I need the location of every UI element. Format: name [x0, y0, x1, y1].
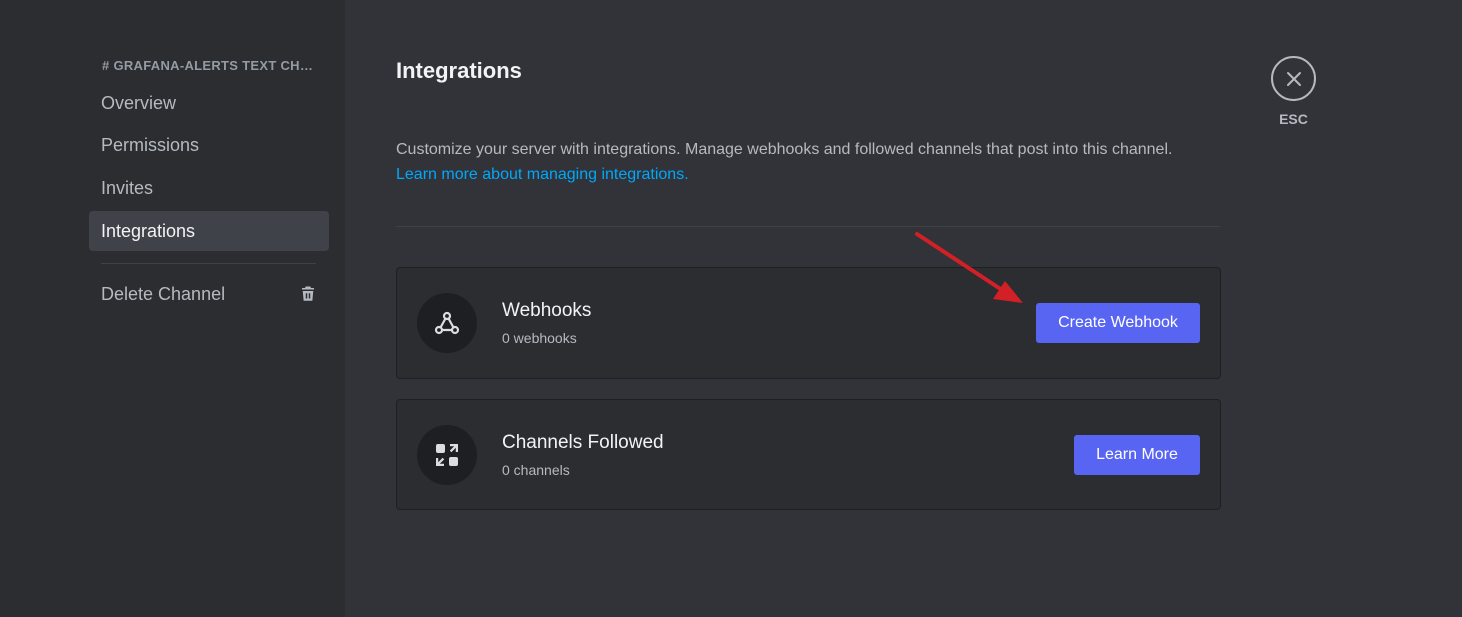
sidebar-item-invites[interactable]: Invites: [89, 168, 329, 208]
sidebar-divider: [101, 263, 316, 264]
sidebar-item-label: Permissions: [101, 134, 200, 155]
learn-more-integrations-link[interactable]: Learn more about managing integrations.: [396, 162, 1236, 187]
webhook-icon: [417, 293, 477, 353]
channels-followed-card: Channels Followed 0 channels Learn More: [396, 399, 1221, 510]
page-description: Customize your server with integrations.…: [396, 137, 1236, 187]
webhooks-card: Webhooks 0 webhooks Create Webhook: [396, 267, 1221, 379]
page-title: Integrations: [396, 58, 522, 83]
webhooks-count: 0 webhooks: [502, 330, 577, 346]
description-text: Customize your server with integrations.…: [396, 141, 1173, 158]
channels-followed-icon: [417, 425, 477, 485]
sidebar-item-label: Overview: [101, 92, 177, 113]
create-webhook-button[interactable]: Create Webhook: [1036, 303, 1200, 343]
delete-channel-label: Delete Channel: [101, 283, 226, 304]
trash-icon: [302, 286, 314, 301]
webhooks-title: Webhooks: [502, 300, 592, 321]
learn-more-button[interactable]: Learn More: [1074, 435, 1200, 475]
settings-sidebar: # GRAFANA-ALERTS TEXT CHANNEL Overview P…: [0, 0, 345, 617]
delete-channel-button[interactable]: Delete Channel: [89, 274, 329, 314]
channel-name-header: # GRAFANA-ALERTS TEXT CHANNEL: [102, 58, 317, 73]
esc-label: ESC: [1279, 111, 1308, 127]
sidebar-item-permissions[interactable]: Permissions: [89, 125, 329, 165]
section-divider: [396, 226, 1220, 227]
sidebar-item-label: Integrations: [101, 220, 196, 241]
close-button[interactable]: [1271, 56, 1316, 101]
sidebar-item-overview[interactable]: Overview: [89, 83, 329, 123]
main-content: Integrations Customize your server with …: [345, 0, 1462, 617]
channels-followed-title: Channels Followed: [502, 432, 664, 453]
sidebar-item-label: Invites: [101, 177, 154, 198]
channels-followed-count: 0 channels: [502, 462, 570, 478]
sidebar-item-integrations[interactable]: Integrations: [89, 211, 329, 251]
close-icon: [1286, 71, 1301, 86]
